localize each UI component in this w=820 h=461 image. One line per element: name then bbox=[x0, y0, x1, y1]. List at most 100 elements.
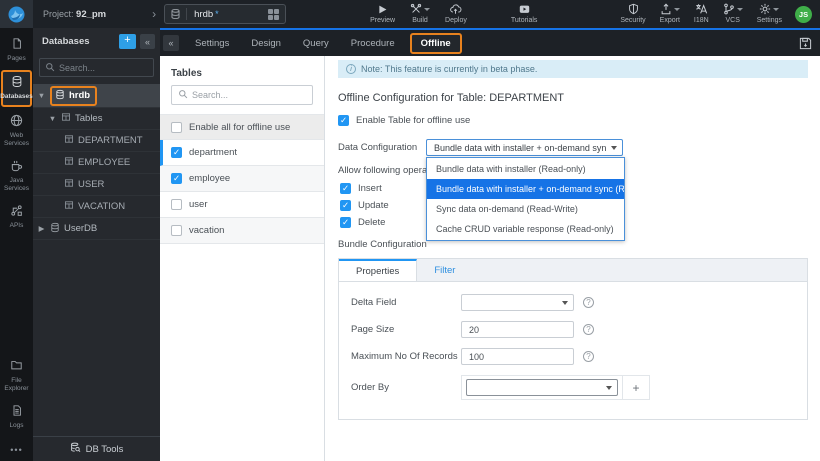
tab-offline[interactable]: Offline bbox=[409, 32, 462, 54]
tutorials-button[interactable]: Tutorials bbox=[511, 3, 537, 25]
panel-title: Databases bbox=[42, 36, 90, 47]
tree-node-table[interactable]: USER bbox=[33, 174, 160, 196]
tab-filter[interactable]: Filter bbox=[417, 259, 472, 281]
gear-icon bbox=[759, 3, 771, 15]
select-caret-icon bbox=[606, 386, 612, 390]
build-button[interactable]: Build bbox=[410, 3, 431, 25]
tree-node-table[interactable]: VACATION bbox=[33, 196, 160, 218]
caret-down-icon bbox=[424, 7, 431, 11]
sidebar-item-apis[interactable]: APIs bbox=[1, 200, 32, 234]
db-tools-button[interactable]: DB Tools bbox=[33, 436, 160, 461]
page-size-input[interactable] bbox=[461, 321, 574, 338]
table-checkbox[interactable] bbox=[171, 225, 182, 236]
preview-button[interactable]: Preview bbox=[370, 3, 395, 25]
branch-icon bbox=[723, 3, 735, 15]
tab-query[interactable]: Query bbox=[292, 33, 340, 54]
tree-node-table[interactable]: DEPARTMENT bbox=[33, 130, 160, 152]
sidebar-item-pages[interactable]: Pages bbox=[1, 33, 32, 67]
security-button[interactable]: Security bbox=[620, 3, 646, 25]
update-checkbox[interactable] bbox=[340, 200, 351, 211]
tree-node-userdb[interactable]: ▶ UserDB bbox=[33, 218, 160, 240]
table-checkbox[interactable] bbox=[171, 147, 182, 158]
enable-all-row[interactable]: Enable all for offline use bbox=[160, 114, 324, 140]
caret-down-icon bbox=[736, 7, 743, 11]
databases-panel: Databases + ▼ hrdb ▼ Tables DEPARTMENT E… bbox=[33, 28, 160, 461]
database-icon bbox=[50, 222, 60, 236]
table-row-employee[interactable]: employee bbox=[160, 166, 324, 192]
sidebar-item-java-services[interactable]: Java Services bbox=[1, 155, 32, 197]
expand-arrow-icon[interactable]: ▼ bbox=[48, 114, 57, 123]
tree-node-hrdb[interactable]: ▼ hrdb bbox=[33, 84, 160, 108]
add-order-by-button[interactable]: + bbox=[622, 376, 649, 399]
tab-design[interactable]: Design bbox=[240, 33, 292, 54]
user-avatar[interactable]: JS bbox=[795, 5, 812, 23]
help-icon[interactable] bbox=[583, 351, 594, 362]
vcs-button[interactable]: VCS bbox=[723, 3, 743, 25]
expand-arrow-icon[interactable]: ▼ bbox=[37, 91, 46, 100]
help-icon[interactable] bbox=[583, 297, 594, 308]
sidebar-item-databases[interactable]: Databases bbox=[0, 70, 33, 107]
table-checkbox[interactable] bbox=[171, 199, 182, 210]
search-icon bbox=[45, 59, 55, 77]
settings-button[interactable]: Settings bbox=[757, 3, 782, 25]
export-icon bbox=[660, 3, 672, 15]
sidebar-item-logs[interactable]: Logs bbox=[1, 400, 32, 434]
table-checkbox[interactable] bbox=[171, 173, 182, 184]
enable-all-checkbox[interactable] bbox=[171, 121, 182, 133]
add-database-button[interactable]: + bbox=[119, 34, 136, 49]
save-icon[interactable] bbox=[799, 37, 812, 50]
db-selector[interactable]: hrdb * bbox=[164, 4, 287, 24]
dropdown-option[interactable]: Sync data on-demand (Read-Write) bbox=[427, 199, 624, 219]
apps-grid-icon[interactable] bbox=[261, 8, 285, 20]
table-row-vacation[interactable]: vacation bbox=[160, 218, 324, 244]
delta-field-select[interactable] bbox=[461, 294, 574, 311]
app-window: Project: 92_pm hrdb * Preview Build Depl… bbox=[0, 0, 820, 461]
help-icon[interactable] bbox=[583, 324, 594, 335]
max-records-input[interactable] bbox=[461, 348, 574, 365]
table-row-department[interactable]: department bbox=[160, 140, 324, 166]
delta-field-row: Delta Field bbox=[351, 294, 795, 311]
page-size-label: Page Size bbox=[351, 324, 395, 335]
table-icon bbox=[64, 134, 74, 147]
delete-checkbox[interactable] bbox=[340, 217, 351, 228]
search-icon bbox=[178, 86, 188, 104]
tree-node-table[interactable]: EMPLOYEE bbox=[33, 152, 160, 174]
coffee-cup-icon bbox=[10, 159, 23, 175]
order-by-select[interactable] bbox=[466, 379, 618, 396]
tab-properties[interactable]: Properties bbox=[339, 259, 418, 281]
table-row-user[interactable]: user bbox=[160, 192, 324, 218]
collapse-tables-panel-icon[interactable] bbox=[163, 35, 179, 51]
enable-table-checkbox[interactable] bbox=[338, 115, 349, 126]
project-name: 92_pm bbox=[76, 8, 107, 20]
deploy-button[interactable]: Deploy bbox=[445, 3, 467, 25]
export-button[interactable]: Export bbox=[660, 3, 680, 25]
dropdown-option-selected[interactable]: Bundle data with installer + on-demand s… bbox=[427, 179, 624, 199]
db-search-input[interactable] bbox=[59, 62, 148, 73]
page-icon bbox=[11, 37, 23, 53]
data-config-select[interactable]: Bundle data with installer + on-demand s… bbox=[426, 139, 623, 156]
dropdown-option[interactable]: Bundle data with installer (Read-only) bbox=[427, 159, 624, 179]
wavemaker-logo-icon[interactable] bbox=[0, 0, 33, 28]
max-records-row: Maximum No Of Records bbox=[351, 348, 795, 365]
select-caret-icon bbox=[611, 146, 617, 150]
collapse-panel-icon[interactable] bbox=[140, 34, 155, 49]
chevron-right-icon bbox=[152, 8, 156, 20]
table-icon bbox=[64, 156, 74, 169]
dropdown-option[interactable]: Cache CRUD variable response (Read-only) bbox=[427, 219, 624, 239]
sidebar-more-button[interactable]: ••• bbox=[10, 437, 22, 461]
bundle-tabbar: Properties Filter bbox=[339, 259, 807, 282]
collapsed-arrow-icon[interactable]: ▶ bbox=[37, 224, 46, 233]
sidebar-item-web-services[interactable]: Web Services bbox=[1, 110, 32, 152]
unsaved-marker: * bbox=[215, 9, 219, 19]
database-icon bbox=[11, 75, 23, 91]
tab-settings[interactable]: Settings bbox=[184, 33, 240, 54]
play-icon bbox=[377, 3, 388, 16]
i18n-button[interactable]: I18N bbox=[694, 3, 709, 25]
tables-search-input[interactable] bbox=[192, 90, 306, 100]
video-icon bbox=[518, 3, 531, 16]
sidebar-item-file-explorer[interactable]: File Explorer bbox=[1, 355, 32, 396]
db-search-box bbox=[39, 58, 154, 77]
tree-node-tables-group[interactable]: ▼ Tables bbox=[33, 108, 160, 130]
tab-procedure[interactable]: Procedure bbox=[340, 33, 406, 54]
insert-checkbox[interactable] bbox=[340, 183, 351, 194]
